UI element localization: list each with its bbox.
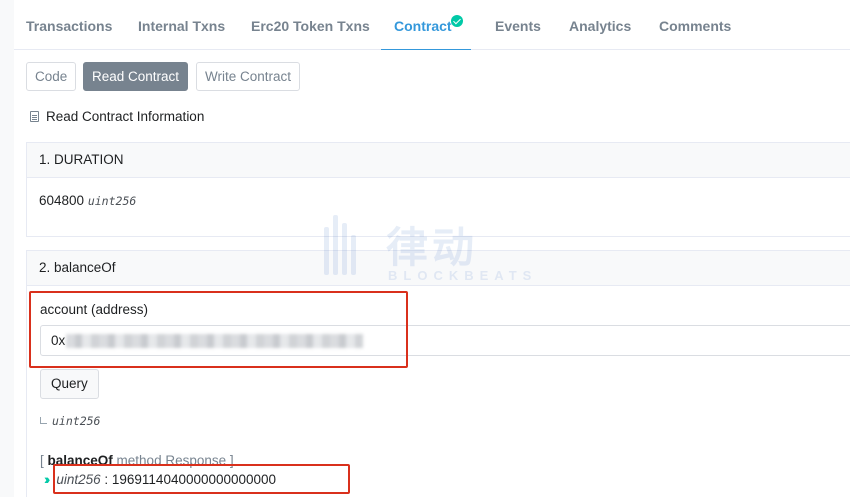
code-button[interactable]: Code [26,62,77,91]
contract-panel: Code Read Contract Write Contract Read C… [14,50,850,497]
query-button[interactable]: Query [40,369,99,399]
info-title: Read Contract Information [46,109,205,124]
duration-result: 604800 uint256 [39,193,136,208]
double-chevron-right-icon: ›› [44,471,51,487]
contract-tabbar: Transactions Internal Txns Erc20 Token T… [14,0,850,51]
duration-title[interactable]: 1. DURATION [27,143,850,178]
duration-type: uint256 [87,194,137,208]
duration-card: 1. DURATION 604800 uint256 [26,142,850,237]
write-contract-button[interactable]: Write Contract [196,62,301,91]
read-contract-info: Read Contract Information [30,109,204,124]
balanceof-title[interactable]: 2. balanceOf [27,251,850,286]
return-corner-icon [40,417,47,424]
verified-check-icon [451,15,463,27]
balanceof-card: 2. balanceOf account (address) 0x Query … [26,250,850,497]
read-contract-button[interactable]: Read Contract [83,62,189,91]
tab-contract[interactable]: Contract [381,0,470,51]
return-type: uint256 [40,413,100,428]
return-type-label: uint256 [52,414,101,428]
duration-value: 604800 [39,193,85,208]
tab-internal-txns[interactable]: Internal Txns [138,0,225,50]
document-icon [30,111,39,122]
tab-events[interactable]: Events [495,0,541,50]
tab-transactions[interactable]: Transactions [26,0,112,50]
tab-analytics[interactable]: Analytics [569,0,631,50]
highlight-response-value [53,464,350,494]
tab-erc20-token-txns[interactable]: Erc20 Token Txns [251,0,370,50]
highlight-account-input [29,291,408,368]
tab-comments[interactable]: Comments [659,0,731,50]
